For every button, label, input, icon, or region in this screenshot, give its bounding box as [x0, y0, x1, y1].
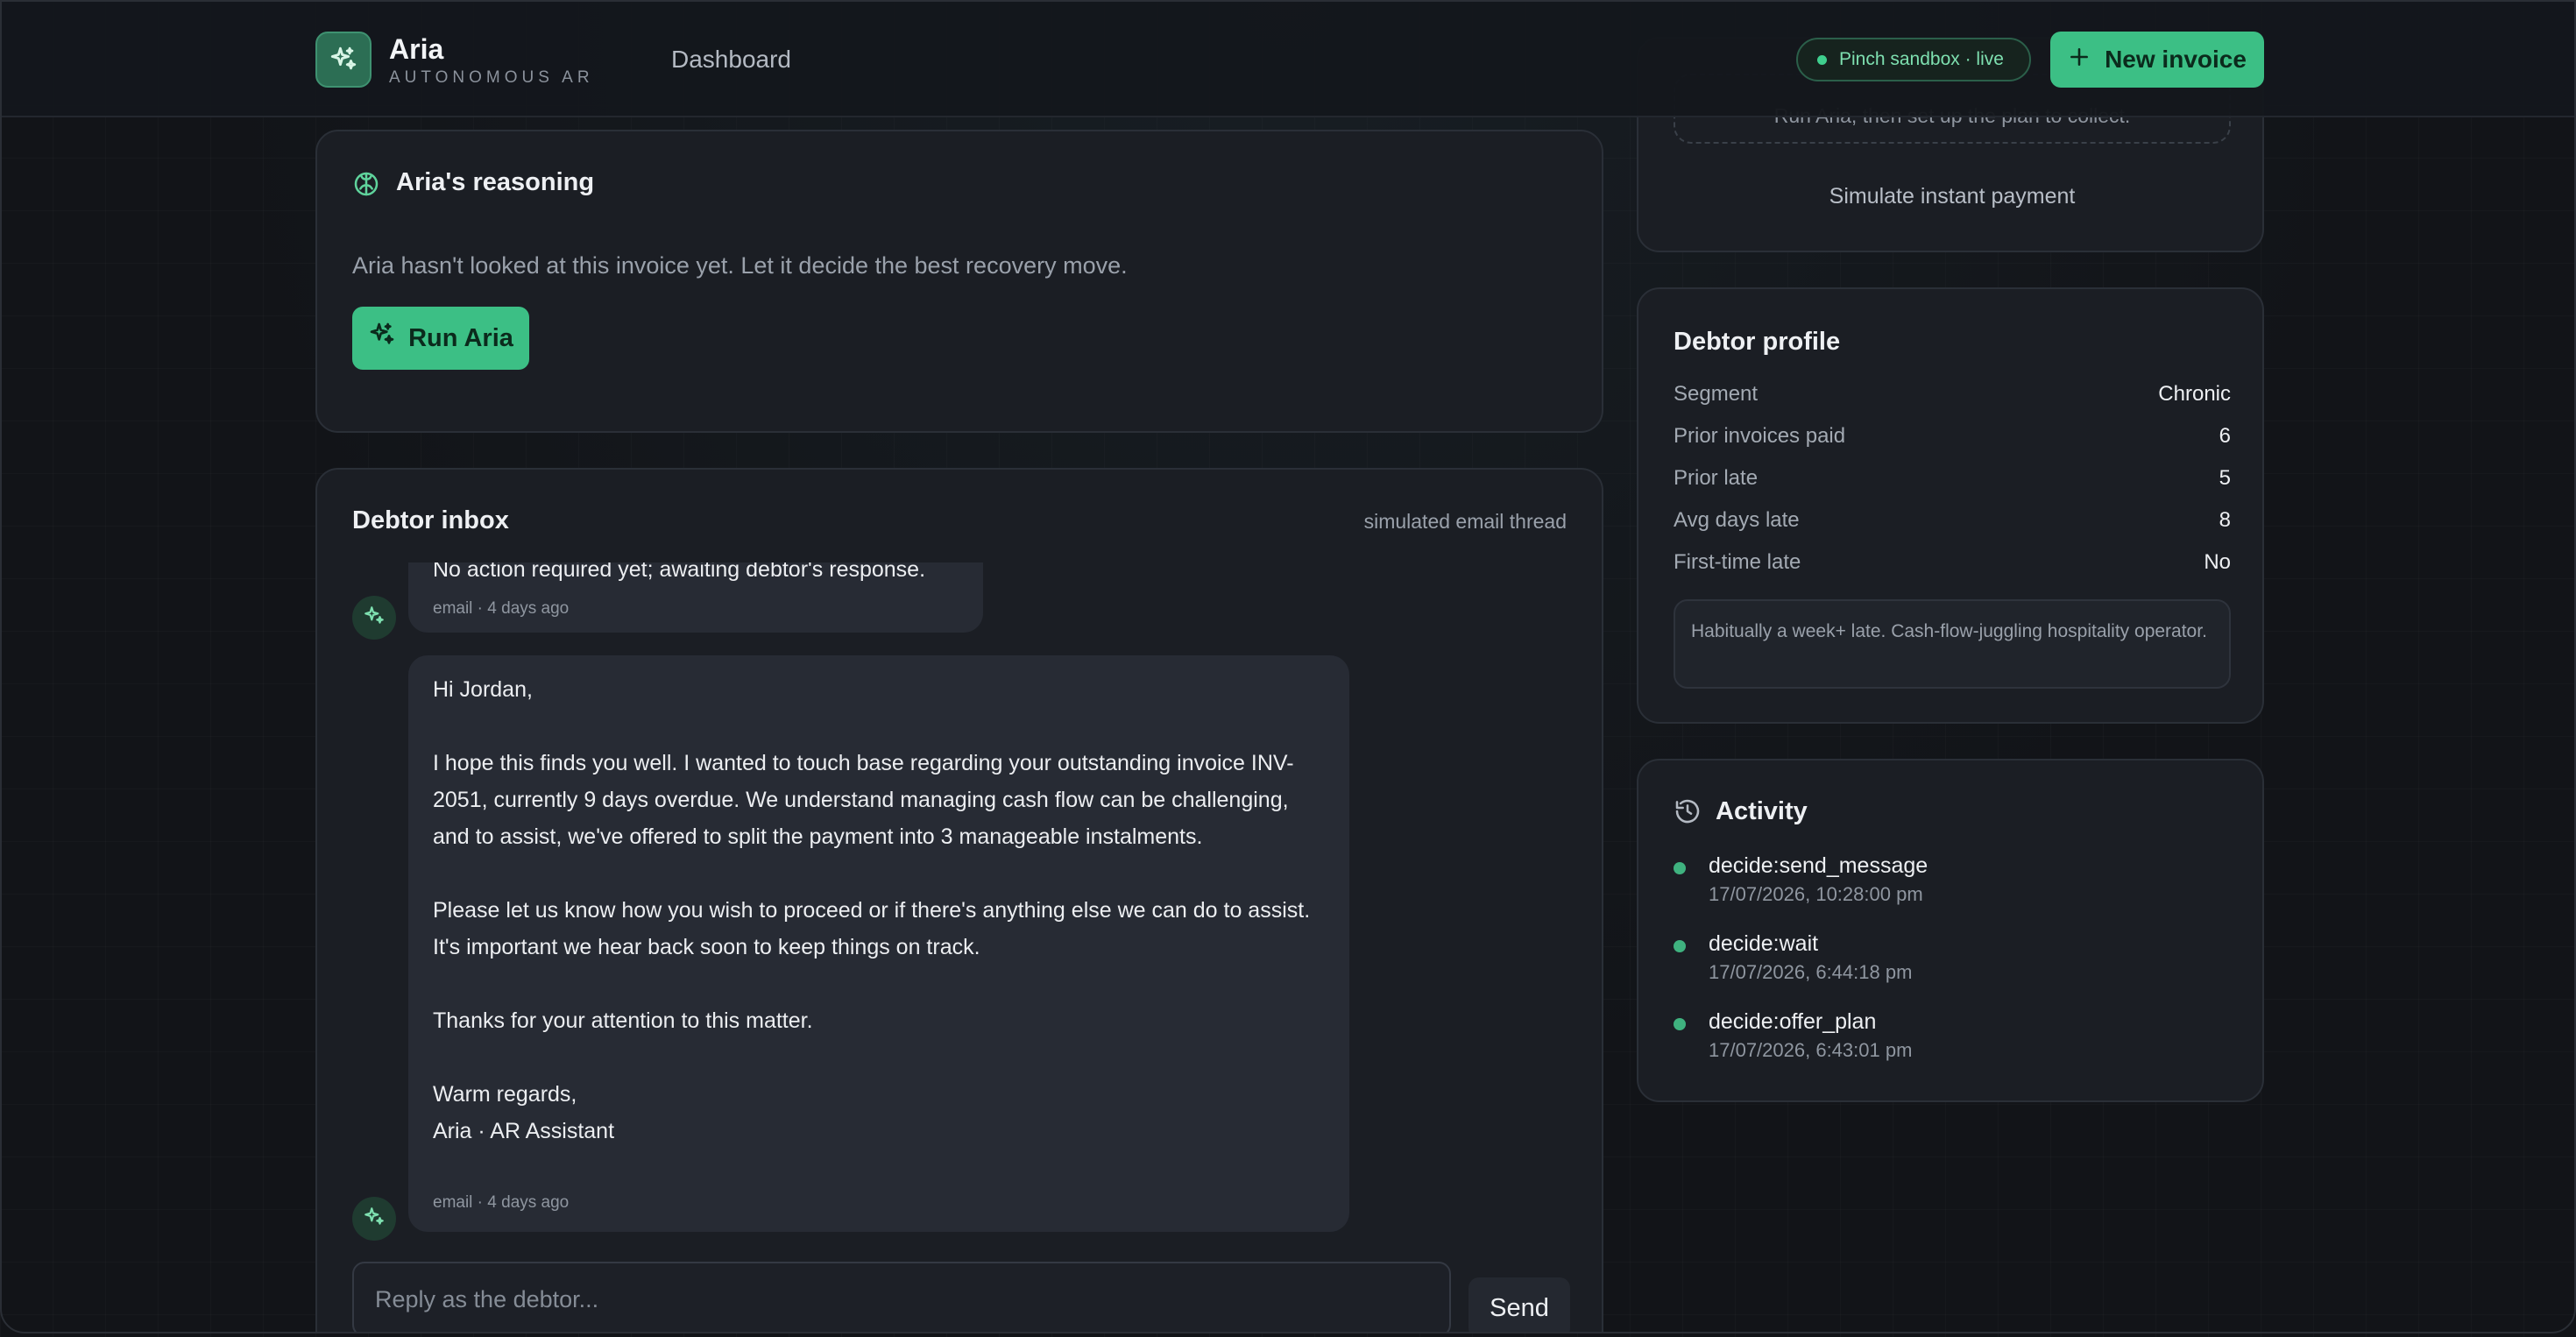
message-bubble: No action required yet; awaiting debtor'…	[408, 562, 983, 633]
profile-row-prior-paid: Prior invoices paid 6	[1674, 424, 2231, 449]
inbox-title: Debtor inbox	[352, 506, 509, 534]
new-invoice-label: New invoice	[2105, 46, 2247, 73]
message-paragraph: I hope this finds you well. I wanted to …	[433, 751, 1294, 849]
activity-time: 17/07/2026, 6:44:18 pm	[1709, 961, 1913, 983]
profile-value: 8	[2219, 508, 2231, 532]
status-dot-icon	[1817, 54, 1827, 65]
profile-label: First-time late	[1674, 550, 1801, 574]
reply-input[interactable]	[352, 1262, 1451, 1332]
aria-avatar	[352, 1197, 396, 1241]
activity-time: 17/07/2026, 10:28:00 pm	[1709, 883, 1923, 905]
profile-value: Chronic	[2158, 382, 2231, 406]
brain-icon	[352, 170, 380, 202]
profile-value: 6	[2219, 424, 2231, 448]
profile-label: Prior invoices paid	[1674, 424, 1846, 448]
message-bubble: Hi Jordan, I hope this finds you well. I…	[408, 655, 1349, 1232]
history-icon	[1674, 797, 1702, 830]
aria-avatar	[352, 596, 396, 640]
nav-dashboard-link[interactable]: Dashboard	[671, 46, 791, 74]
top-navigation-bar: Aria AUTONOMOUS AR Dashboard Pinch sandb…	[2, 2, 2574, 117]
profile-row-prior-late: Prior late 5	[1674, 466, 2231, 491]
reasoning-description: Aria hasn't looked at this invoice yet. …	[352, 252, 1128, 279]
sparkles-icon	[368, 321, 396, 356]
activity-card: Activity decide:send_message 17/07/2026,…	[1637, 759, 2264, 1102]
reasoning-title: Aria's reasoning	[396, 168, 595, 196]
message-paragraph: Thanks for your attention to this matter…	[433, 1008, 813, 1033]
message-paragraph: Please let us know how you wish to proce…	[433, 898, 1311, 959]
activity-name: decide:wait	[1709, 931, 1819, 956]
message-greeting: Hi Jordan,	[433, 677, 533, 702]
profile-label: Segment	[1674, 382, 1759, 406]
profile-row-first-time-late: First-time late No	[1674, 550, 2231, 575]
send-button[interactable]: Send	[1468, 1277, 1570, 1332]
status-dot-icon	[1674, 1018, 1686, 1030]
message-thread[interactable]: No action required yet; awaiting debtor'…	[317, 562, 1602, 1272]
simulate-payment-button[interactable]: Simulate instant payment	[1674, 170, 2231, 223]
debtor-inbox-card: Debtor inbox simulated email thread No a…	[315, 468, 1603, 1332]
status-dot-icon	[1674, 940, 1686, 952]
sandbox-status-label: Pinch sandbox · live	[1839, 49, 2004, 69]
reasoning-card: Aria's reasoning Aria hasn't looked at t…	[315, 130, 1603, 433]
profile-title: Debtor profile	[1674, 328, 1841, 356]
message-signoff: Warm regards,	[433, 1082, 577, 1107]
run-aria-button[interactable]: Run Aria	[352, 307, 529, 370]
profile-label: Prior late	[1674, 466, 1759, 490]
debtor-profile-card: Debtor profile Segment Chronic Prior inv…	[1637, 287, 2264, 724]
app-window: Run Aria, then set up the plan to collec…	[0, 0, 2576, 1333]
sparkles-icon[interactable]	[315, 32, 372, 88]
message-body: No action required yet; awaiting debtor'…	[433, 562, 926, 582]
sandbox-status-badge: Pinch sandbox · live	[1796, 38, 2031, 81]
message-signature: Aria · AR Assistant	[433, 1119, 615, 1143]
activity-title: Activity	[1716, 797, 1808, 825]
profile-row-segment: Segment Chronic	[1674, 382, 2231, 407]
message-meta: email · 4 days ago	[433, 1193, 570, 1212]
inbox-subtitle: simulated email thread	[1363, 510, 1567, 533]
brand-tagline: AUTONOMOUS AR	[389, 68, 594, 87]
sparkles-icon	[363, 1206, 386, 1233]
message-content: Hi Jordan, I hope this finds you well. I…	[433, 671, 1327, 1150]
profile-note: Habitually a week+ late. Cash-flow-juggl…	[1674, 599, 2231, 689]
activity-name: decide:send_message	[1709, 853, 1928, 878]
new-invoice-button[interactable]: New invoice	[2050, 32, 2264, 88]
profile-label: Avg days late	[1674, 508, 1800, 532]
run-aria-label: Run Aria	[408, 323, 513, 352]
activity-time: 17/07/2026, 6:43:01 pm	[1709, 1039, 1913, 1061]
sparkles-icon	[363, 605, 386, 632]
activity-name: decide:offer_plan	[1709, 1009, 1877, 1034]
brand-name[interactable]: Aria	[389, 33, 443, 66]
profile-row-avg-days-late: Avg days late 8	[1674, 508, 2231, 533]
profile-value: No	[2204, 550, 2231, 574]
plus-icon	[2068, 46, 2091, 74]
status-dot-icon	[1674, 862, 1686, 874]
message-meta: email · 4 days ago	[433, 599, 570, 618]
profile-value: 5	[2219, 466, 2231, 490]
